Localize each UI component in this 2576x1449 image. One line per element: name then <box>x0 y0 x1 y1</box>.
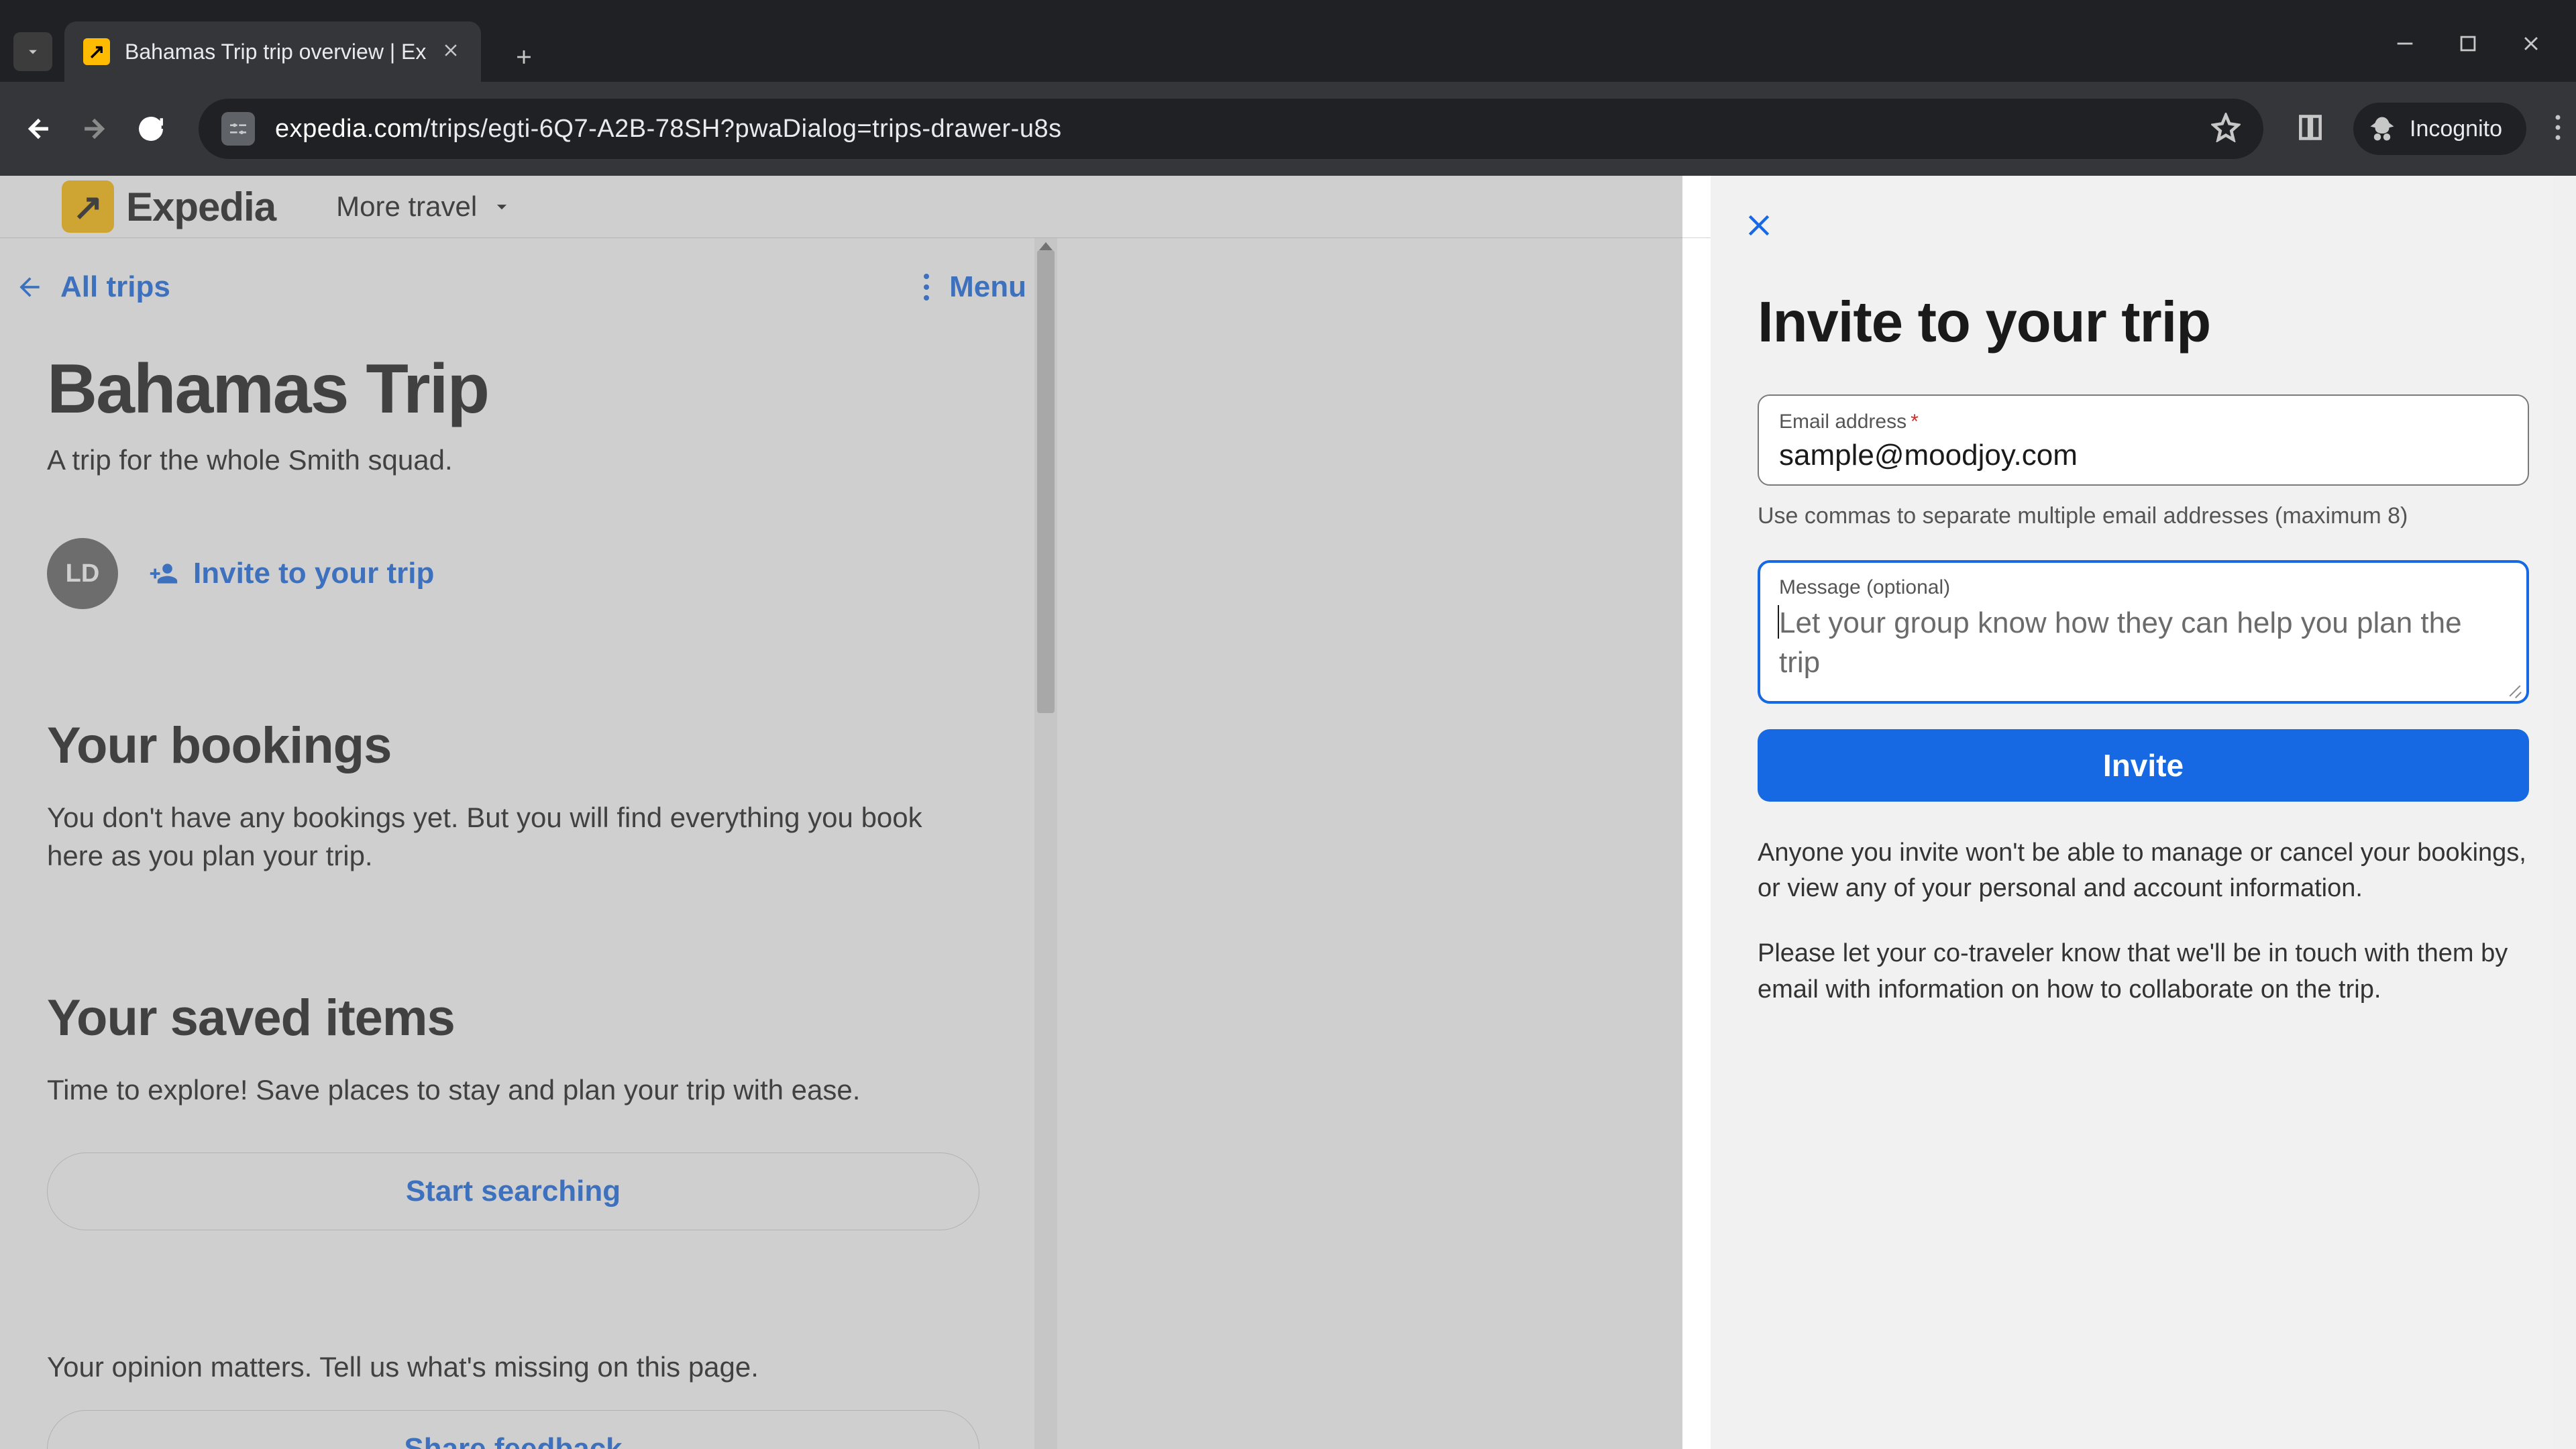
nav-reload-button[interactable] <box>136 113 166 144</box>
message-placeholder: Let your group know how they can help yo… <box>1779 603 2508 683</box>
tab-favicon-icon: ↗ <box>83 38 110 65</box>
message-label: Message (optional) <box>1779 576 2508 599</box>
browser-titlebar: ↗ Bahamas Trip trip overview | Ex <box>0 0 2576 82</box>
window-close-button[interactable] <box>2520 32 2542 58</box>
url-input[interactable]: expedia.com/trips/egti-6Q7-A2B-78SH?pwaD… <box>199 99 2263 159</box>
url-text: expedia.com/trips/egti-6Q7-A2B-78SH?pwaD… <box>275 115 1062 144</box>
invite-drawer: Invite to your trip Email address* sampl… <box>1711 176 2576 1449</box>
tab-search-button[interactable] <box>13 32 52 71</box>
browser-tab[interactable]: ↗ Bahamas Trip trip overview | Ex <box>64 21 481 82</box>
window-minimize-button[interactable] <box>2394 32 2416 58</box>
text-caret <box>1778 605 1779 639</box>
invite-submit-button[interactable]: Invite <box>1758 729 2529 802</box>
nav-back-button[interactable] <box>23 113 54 144</box>
drawer-scrollbar[interactable] <box>2553 176 2576 1449</box>
tab-close-button[interactable] <box>441 40 461 64</box>
drawer-info-2: Please let your co-traveler know that we… <box>1758 936 2529 1007</box>
email-helper: Use commas to separate multiple email ad… <box>1758 503 2529 529</box>
tab-title: Bahamas Trip trip overview | Ex <box>125 40 426 64</box>
site-info-button[interactable] <box>221 112 255 146</box>
email-field[interactable]: Email address* sample@moodjoy.com <box>1758 394 2529 486</box>
incognito-label: Incognito <box>2410 116 2502 142</box>
modal-dimmer[interactable] <box>0 176 1682 1449</box>
email-label: Email address* <box>1779 411 2508 433</box>
new-tab-button[interactable] <box>506 40 541 74</box>
email-value: sample@moodjoy.com <box>1779 439 2508 472</box>
drawer-close-button[interactable] <box>1741 208 1776 243</box>
browser-menu-button[interactable] <box>2555 114 2561 144</box>
message-field[interactable]: Message (optional) Let your group know h… <box>1758 560 2529 704</box>
incognito-badge[interactable]: Incognito <box>2353 103 2526 155</box>
bookmark-star-icon[interactable] <box>2211 113 2241 146</box>
window-maximize-button[interactable] <box>2457 32 2479 58</box>
reader-mode-icon[interactable] <box>2296 113 2325 146</box>
textarea-resize-handle[interactable] <box>2505 680 2522 697</box>
drawer-info-1: Anyone you invite won't be able to manag… <box>1758 835 2529 906</box>
browser-address-bar: expedia.com/trips/egti-6Q7-A2B-78SH?pwaD… <box>0 82 2576 176</box>
drawer-title: Invite to your trip <box>1758 290 2529 356</box>
nav-forward-button[interactable] <box>79 113 110 144</box>
